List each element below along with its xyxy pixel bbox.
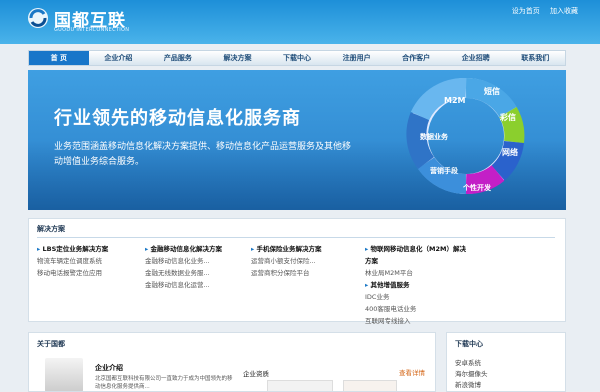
nav-solutions[interactable]: 解决方案 (208, 51, 268, 65)
solution-item[interactable]: 物流车辆定位调度系统 (37, 255, 108, 267)
solutions-panel: 解决方案 LBS定位业务解决方案 物流车辆定位调度系统 移动电话报警定位应用 金… (28, 218, 566, 325)
banner-headline: 行业领先的移动信息化服务商 (54, 108, 301, 129)
nav-clients[interactable]: 合作客户 (386, 51, 446, 65)
download-panel: 下载中心 安卓系统 海尔摄像头 新浪微博 (446, 332, 566, 392)
solution-item[interactable]: 金融无线数据业务服... (145, 267, 222, 279)
logo-subtitle: GUODU INTERCONNECTION (54, 27, 130, 33)
resources-label: 企业资质 (243, 370, 269, 378)
banner-description: 业务范围涵盖移动信息化解决方案提供、移动信息化产品运营服务及其他移动增值业务综合… (54, 142, 352, 167)
solution-column: LBS定位业务解决方案 物流车辆定位调度系统 移动电话报警定位应用 (37, 243, 108, 279)
solutions-divider (37, 237, 555, 238)
solution-item[interactable]: IDC业务 (365, 291, 467, 303)
solution-column: 手机保险业务解决方案 运营商小额支付保险... 运营商积分保险平台 (251, 243, 322, 279)
avatar (45, 358, 83, 391)
more-link[interactable]: 查看详情 (399, 367, 425, 377)
add-favorite-link[interactable]: 加入收藏 (550, 7, 578, 15)
nav-contact[interactable]: 联系我们 (506, 51, 566, 65)
solution-item[interactable]: 400客服电话业务 (365, 303, 467, 315)
solution-title-lbs[interactable]: LBS定位业务解决方案 (37, 243, 109, 255)
solution-item[interactable]: 运营商小额支付保险... (251, 255, 322, 267)
nav-products[interactable]: 产品服务 (148, 51, 208, 65)
download-title: 下载中心 (455, 340, 483, 348)
profile-label: 企业介绍 (95, 364, 123, 372)
solution-column: 物联网移动信息化（M2M）解决方案 林业局M2M平台 其他增值服务 IDC业务 … (365, 243, 467, 327)
solution-item[interactable]: 林业局M2M平台 (365, 267, 467, 279)
certificate-thumbnail[interactable] (267, 380, 333, 391)
ring-label-mms: 彩信 (499, 112, 516, 122)
service-ring: M2M 短信 彩信 网络 个性开发 营销手段 数据业务 (406, 77, 525, 195)
download-item-android[interactable]: 安卓系统 (455, 357, 481, 367)
solution-title-m2m[interactable]: 物联网移动信息化（M2M）解决方案 (365, 243, 467, 267)
certificate-thumbnail[interactable] (343, 380, 397, 391)
header-bar: 国都互联 GUODU INTERCONNECTION 设为首页 加入收藏 (0, 0, 600, 44)
ring-label-marketing: 营销手段 (430, 166, 458, 175)
download-item-camera[interactable]: 海尔摄像头 (455, 368, 488, 378)
hero-banner: 行业领先的移动信息化服务商 业务范围涵盖移动信息化解决方案提供、移动信息化产品运… (28, 70, 566, 210)
ring-label-data: 数据业务 (420, 132, 449, 141)
nav-careers[interactable]: 企业招聘 (446, 51, 506, 65)
company-logo-icon (28, 8, 48, 28)
profile-text: 北京国都互联科技有限公司一直致力于成为中国领先的移动信息化服务提供商... (95, 376, 233, 390)
ring-label-dev: 个性开发 (462, 183, 492, 192)
ring-label-m2m: M2M (444, 96, 466, 105)
solution-title-other[interactable]: 其他增值服务 (365, 279, 467, 291)
nav-company[interactable]: 企业介绍 (89, 51, 149, 65)
solution-column: 金融移动信息化解决方案 金融移动信息化业务... 金融无线数据业务服... 金融… (145, 243, 222, 291)
solution-item[interactable]: 互联网专线接入 (365, 315, 467, 327)
set-home-link[interactable]: 设为首页 (512, 7, 540, 15)
solution-item[interactable]: 运营商积分保险平台 (251, 267, 322, 279)
main-navigation: 首 页 企业介绍 产品服务 解决方案 下载中心 注册用户 合作客户 企业招聘 联… (28, 50, 566, 66)
download-item-weibo[interactable]: 新浪微博 (455, 379, 481, 389)
about-title: 关于国都 (37, 340, 65, 348)
solution-item[interactable]: 金融移动信息化业务... (145, 255, 222, 267)
nav-downloads[interactable]: 下载中心 (267, 51, 327, 65)
about-panel: 关于国都 企业介绍 北京国都互联科技有限公司一直致力于成为中国领先的移动信息化服… (28, 332, 436, 392)
solutions-title: 解决方案 (37, 225, 65, 233)
ring-label-network: 网络 (502, 147, 518, 157)
nav-register[interactable]: 注册用户 (327, 51, 387, 65)
solution-title-finance[interactable]: 金融移动信息化解决方案 (145, 243, 223, 255)
solution-title-insurance[interactable]: 手机保险业务解决方案 (251, 243, 322, 255)
nav-home[interactable]: 首 页 (29, 51, 89, 65)
solution-item[interactable]: 移动电话报警定位应用 (37, 267, 108, 279)
solution-item[interactable]: 金融移动信息化运营... (145, 279, 222, 291)
top-links: 设为首页 加入收藏 (504, 6, 578, 16)
ring-label-sms: 短信 (484, 86, 500, 96)
